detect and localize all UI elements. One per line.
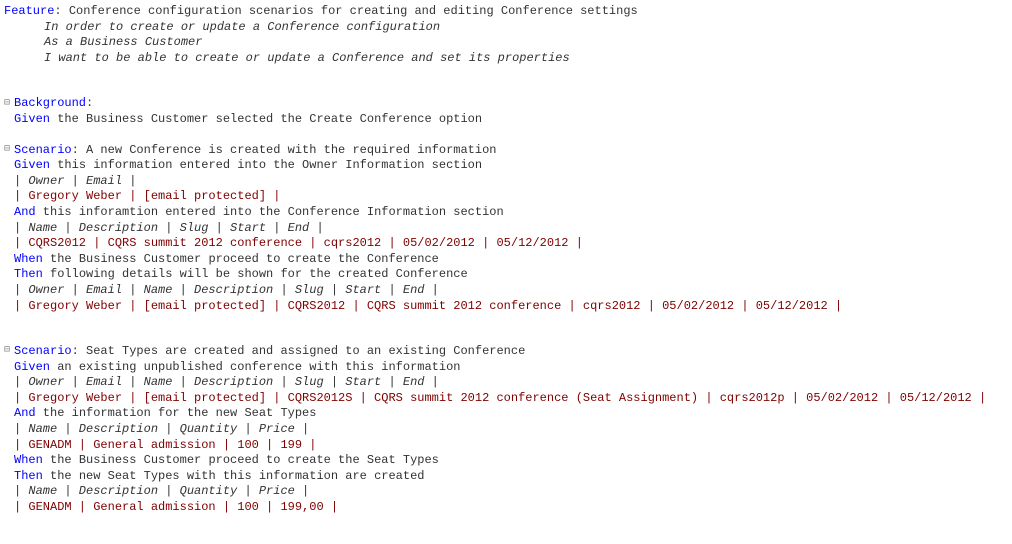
background-keyword: Background — [14, 96, 86, 110]
feature-narrative-1: In order to create or update a Conferenc… — [4, 20, 1008, 36]
scenario-keyword: Scenario — [14, 143, 72, 157]
step-text: this information entered into the Owner … — [50, 158, 482, 172]
step-text: the new Seat Types with this information… — [43, 469, 425, 483]
table-row: | Gregory Weber | [email protected] | CQ… — [4, 299, 1008, 315]
step-line: Then following details will be shown for… — [4, 267, 1008, 283]
feature-narrative-2: As a Business Customer — [4, 35, 1008, 51]
scenario-line: ⊟Scenario: A new Conference is created w… — [4, 143, 1008, 159]
table-header: | Owner | Email | Name | Description | S… — [4, 283, 1008, 299]
feature-title: : Conference configuration scenarios for… — [54, 4, 637, 18]
collapse-icon[interactable]: ⊟ — [4, 143, 14, 156]
table-header: | Owner | Email | — [4, 174, 1008, 190]
given-keyword: Given — [14, 158, 50, 172]
when-keyword: When — [14, 453, 43, 467]
background-step: Given the Business Customer selected the… — [4, 112, 1008, 128]
step-line: When the Business Customer proceed to cr… — [4, 252, 1008, 268]
step-line: Given this information entered into the … — [4, 158, 1008, 174]
table-row: | CQRS2012 | CQRS summit 2012 conference… — [4, 236, 1008, 252]
step-line: Then the new Seat Types with this inform… — [4, 469, 1008, 485]
feature-keyword: Feature — [4, 4, 54, 18]
feature-line: Feature: Conference configuration scenar… — [4, 4, 1008, 20]
feature-narrative-3: I want to be able to create or update a … — [4, 51, 1008, 67]
step-line: When the Business Customer proceed to cr… — [4, 453, 1008, 469]
step-text: this inforamtion entered into the Confer… — [36, 205, 504, 219]
scenario-title: : Seat Types are created and assigned to… — [72, 344, 526, 358]
step-text: the information for the new Seat Types — [36, 406, 317, 420]
and-keyword: And — [14, 406, 36, 420]
then-keyword: Then — [14, 469, 43, 483]
table-header: | Name | Description | Quantity | Price … — [4, 422, 1008, 438]
collapse-icon[interactable]: ⊟ — [4, 344, 14, 357]
table-header: | Name | Description | Quantity | Price … — [4, 484, 1008, 500]
step-text: the Business Customer proceed to create … — [43, 252, 439, 266]
table-row: | Gregory Weber | [email protected] | — [4, 189, 1008, 205]
step-line: And this inforamtion entered into the Co… — [4, 205, 1008, 221]
collapse-icon[interactable]: ⊟ — [4, 97, 14, 110]
step-text: the Business Customer selected the Creat… — [50, 112, 482, 126]
then-keyword: Then — [14, 267, 43, 281]
step-text: the Business Customer proceed to create … — [43, 453, 439, 467]
table-header: | Name | Description | Slug | Start | En… — [4, 221, 1008, 237]
table-row: | GENADM | General admission | 100 | 199… — [4, 438, 1008, 454]
table-row: | GENADM | General admission | 100 | 199… — [4, 500, 1008, 516]
and-keyword: And — [14, 205, 36, 219]
step-text: following details will be shown for the … — [43, 267, 468, 281]
table-row: | Gregory Weber | [email protected] | CQ… — [4, 391, 1008, 407]
background-line: ⊟Background: — [4, 96, 1008, 112]
table-header: | Owner | Email | Name | Description | S… — [4, 375, 1008, 391]
scenario-keyword: Scenario — [14, 344, 72, 358]
background-colon: : — [86, 96, 93, 110]
scenario-line: ⊟Scenario: Seat Types are created and as… — [4, 344, 1008, 360]
when-keyword: When — [14, 252, 43, 266]
step-text: an existing unpublished conference with … — [50, 360, 460, 374]
step-line: And the information for the new Seat Typ… — [4, 406, 1008, 422]
given-keyword: Given — [14, 360, 50, 374]
given-keyword: Given — [14, 112, 50, 126]
step-line: Given an existing unpublished conference… — [4, 360, 1008, 376]
scenario-title: : A new Conference is created with the r… — [72, 143, 497, 157]
